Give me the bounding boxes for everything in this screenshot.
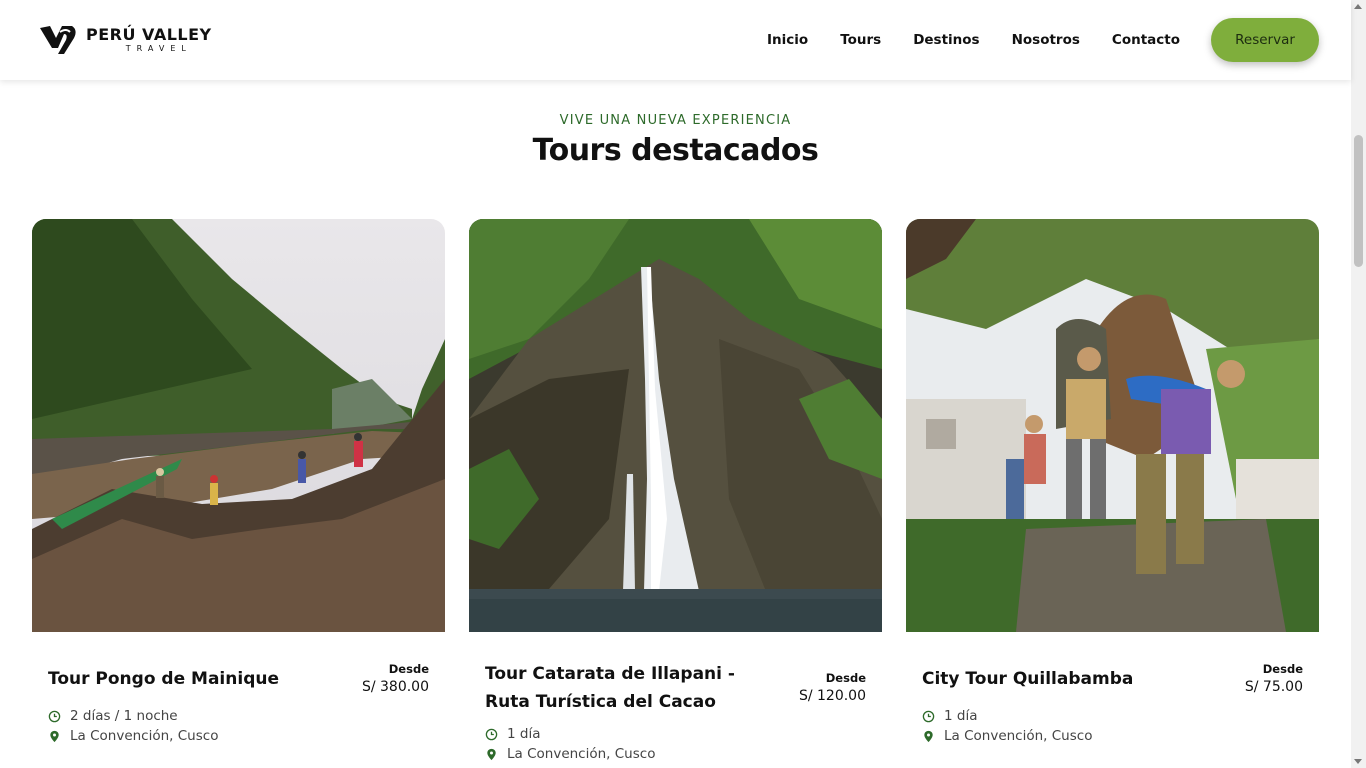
tour-meta: 2 días / 1 noche La Convención, Cusco [48, 706, 218, 746]
nav-item-nosotros[interactable]: Nosotros [996, 32, 1096, 48]
scroll-thumb[interactable] [1354, 135, 1363, 267]
brand-logo[interactable]: PERÚ VALLEY TRAVEL [38, 22, 212, 58]
tour-location: La Convención, Cusco [507, 746, 656, 762]
nav-item-inicio[interactable]: Inicio [751, 32, 824, 48]
location-pin-icon [50, 730, 59, 742]
tour-card[interactable]: City Tour Quillabamba Desde S/ 75.00 1 d… [906, 219, 1319, 768]
section-eyebrow: VIVE UNA NUEVA EXPERIENCIA [559, 113, 792, 128]
tour-duration: 1 día [507, 726, 541, 742]
clock-icon [48, 710, 61, 722]
price-value: S/ 380.00 [361, 679, 429, 695]
section-title: Tours destacados [532, 133, 819, 168]
tour-meta: 1 día La Convención, Cusco [485, 724, 655, 764]
tour-title[interactable]: Tour Pongo de Mainique [48, 665, 338, 693]
main-nav: Inicio Tours Destinos Nosotros Contacto [751, 0, 1196, 80]
tour-location: La Convención, Cusco [70, 728, 219, 744]
tour-image-quillabamba[interactable] [906, 219, 1319, 632]
tour-image-pongo[interactable] [32, 219, 445, 632]
tour-duration: 1 día [944, 708, 978, 724]
clock-icon [485, 728, 498, 740]
tour-card[interactable]: Tour Catarata de Illapani - Ruta Turísti… [469, 219, 882, 768]
price-label: Desde [388, 662, 429, 676]
tour-card[interactable]: Tour Pongo de Mainique Desde S/ 380.00 2… [32, 219, 445, 768]
tour-location: La Convención, Cusco [944, 728, 1093, 744]
reservar-button[interactable]: Reservar [1211, 18, 1319, 62]
tour-title[interactable]: City Tour Quillabamba [922, 665, 1212, 693]
price-value: S/ 75.00 [1244, 679, 1303, 695]
price-value: S/ 120.00 [798, 688, 866, 704]
nav-item-contacto[interactable]: Contacto [1096, 32, 1196, 48]
price-label: Desde [825, 671, 866, 685]
tour-duration: 2 días / 1 noche [70, 708, 178, 724]
brand-name: PERÚ VALLEY [86, 25, 212, 44]
tour-title[interactable]: Tour Catarata de Illapani - Ruta Turísti… [485, 660, 775, 716]
tour-price: Desde S/ 120.00 [799, 671, 866, 704]
page-scrollbar[interactable] [1351, 0, 1366, 768]
location-pin-icon [487, 748, 496, 760]
tour-meta: 1 día La Convención, Cusco [922, 706, 1092, 746]
nav-item-destinos[interactable]: Destinos [897, 32, 995, 48]
tour-price: Desde S/ 75.00 [1245, 662, 1303, 695]
price-label: Desde [1262, 662, 1303, 676]
brand-subtitle: TRAVEL [125, 44, 192, 53]
scroll-down-arrow-icon[interactable] [1354, 759, 1362, 764]
scroll-up-arrow-icon[interactable] [1354, 4, 1362, 9]
tour-price: Desde S/ 380.00 [362, 662, 429, 695]
site-header: PERÚ VALLEY TRAVEL Inicio Tours Destinos… [0, 0, 1351, 80]
nav-item-tours[interactable]: Tours [824, 32, 897, 48]
logo-icon [40, 26, 76, 54]
location-pin-icon [924, 730, 933, 742]
tour-image-illapani[interactable] [469, 219, 882, 632]
clock-icon [922, 710, 935, 722]
